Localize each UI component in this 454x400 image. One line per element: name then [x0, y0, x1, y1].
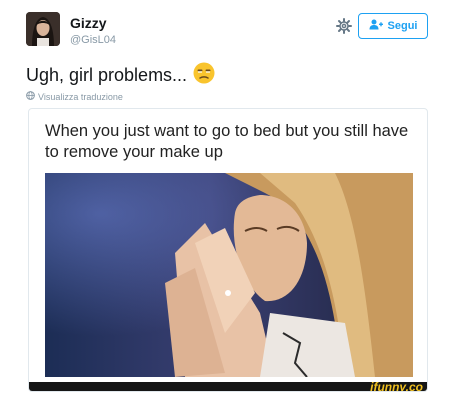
display-name[interactable]: Gizzy: [70, 15, 116, 32]
add-user-icon: [369, 19, 383, 33]
globe-icon: [26, 91, 35, 102]
meme-caption: When you just want to go to bed but you …: [45, 122, 409, 161]
tweet-text-content: Ugh, girl problems...: [26, 65, 188, 85]
translate-link[interactable]: Visualizza traduzione: [26, 91, 123, 102]
avatar[interactable]: [26, 12, 60, 46]
media-card[interactable]: When you just want to go to bed but you …: [28, 108, 428, 392]
user-names: Gizzy @GisL04: [70, 15, 116, 47]
user-handle[interactable]: @GisL04: [70, 33, 116, 47]
gear-icon[interactable]: [336, 18, 352, 34]
follow-button[interactable]: Segui: [358, 13, 428, 39]
translate-label: Visualizza traduzione: [38, 91, 123, 102]
watermark: ifunny.co: [370, 380, 423, 392]
watermark-bar: ifunny.co: [29, 380, 427, 392]
tweet-text: Ugh, girl problems...: [26, 62, 215, 89]
follow-label: Segui: [387, 20, 418, 32]
tweet-header: Gizzy @GisL04 Segui: [26, 10, 428, 50]
meme-photo: [45, 173, 413, 377]
unamused-face-emoji-icon: [193, 62, 215, 89]
